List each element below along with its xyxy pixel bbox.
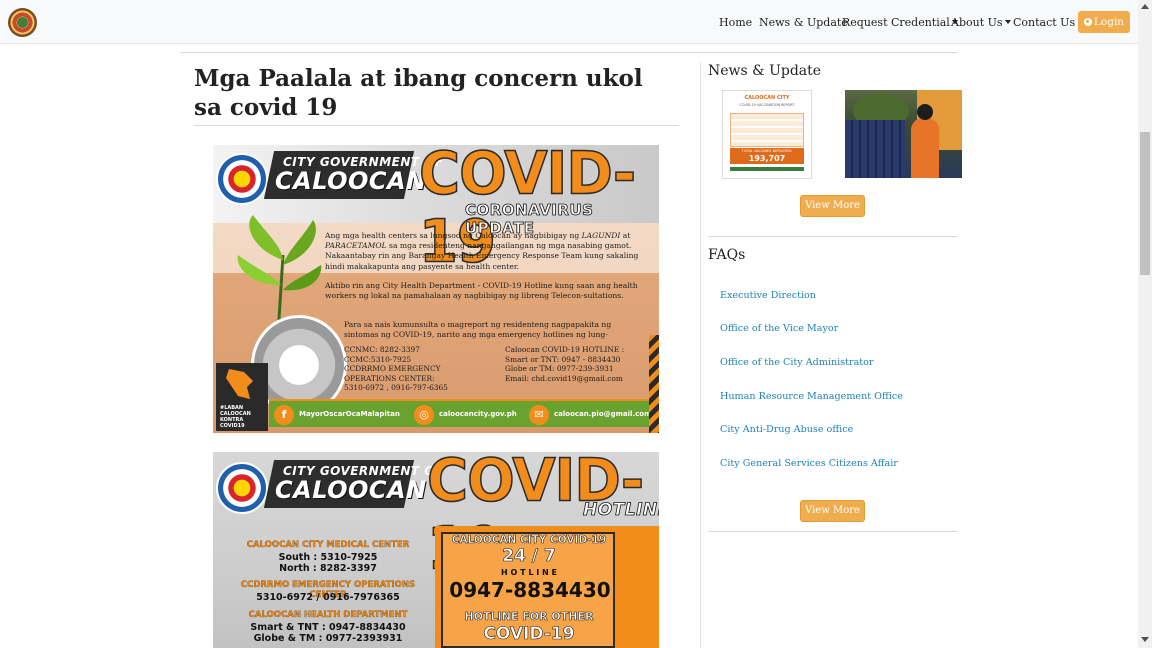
nav-contact-us[interactable]: Contact Us (1013, 16, 1075, 29)
news-update-heading: News & Update (708, 63, 822, 79)
thumb-subtitle: COVID-19 VACCINATION REPORT (739, 103, 795, 107)
covid-update-poster: CITY GOVERNMENT OF CALOOCAN COVID-19 COR… (213, 145, 659, 433)
faq-link-vice-mayor[interactable]: Office of the Vice Mayor (720, 323, 838, 334)
poster-stripe (649, 335, 659, 433)
poster-city-name: CALOOCAN (275, 167, 427, 195)
facebook-icon: f (274, 405, 294, 425)
faq-link-hrmo[interactable]: Human Resource Management Office (720, 391, 903, 402)
main-hotline-panel: CALOOCAN CITY COVID-19 24 / 7 H O T L I … (435, 526, 659, 648)
nav-about-us-label: About Us (951, 16, 1003, 29)
nav-request-credential[interactable]: Request Credential (842, 16, 958, 29)
faq-view-more-button[interactable]: View More (800, 500, 865, 522)
thumb-total-bar: TOTAL VACCINES DEPLOYED: 193,707 (730, 148, 804, 164)
poster2-city-name: CALOOCAN (275, 476, 427, 504)
main-hotline-label: H O T L I N E (501, 568, 557, 577)
nav-request-credential-label: Request Credential (842, 16, 950, 29)
top-divider (180, 52, 958, 53)
hotline-health-globe: Globe & TM : 0977-2393931 (253, 633, 403, 644)
map-shape (226, 369, 253, 399)
column-divider (700, 62, 701, 648)
news-divider (708, 236, 958, 237)
hotline-medical-south: South : 5310-7925 (278, 552, 378, 563)
main-hotline-heading: CALOOCAN CITY COVID-19 (451, 534, 607, 547)
login-button[interactable]: Login (1078, 11, 1130, 33)
thumb-total-label: TOTAL VACCINES DEPLOYED: (741, 149, 793, 153)
hotline-heading-health: CALOOCAN HEALTH DEPARTMENT (248, 610, 408, 620)
login-label: Login (1093, 16, 1125, 28)
faq-link-city-administrator[interactable]: Office of the City Administrator (720, 357, 874, 368)
scroll-down-arrow-icon[interactable] (1141, 637, 1149, 642)
poster-contacts-left: CCNMC: 8282-3397 CCMC:5310-7925 CCDRRMO … (344, 345, 448, 393)
faq-divider (708, 531, 958, 532)
email-icon: ✉ (529, 405, 549, 425)
page-scrollbar[interactable] (1138, 0, 1152, 648)
email-text: caloocan.pio@gmail.com (554, 410, 652, 418)
main-hotline-247: 24 / 7 (502, 546, 556, 567)
other-hotline-heading: HOTLINE FOR OTHER (464, 610, 594, 624)
city-seal-logo[interactable] (8, 8, 37, 37)
nav-news-update[interactable]: News & Update (759, 16, 848, 29)
hotline-health-smart: Smart & TNT : 0947-8834430 (250, 622, 406, 633)
poster-social-bar: f MayorOscarOcaMalapitan ◎ caloocancity.… (269, 399, 659, 427)
hotline-heading-medical: CALOOCAN CITY MEDICAL CENTER (246, 540, 410, 550)
chevron-down-icon (1004, 20, 1011, 24)
nav-about-us[interactable]: About Us (951, 16, 1011, 29)
globe-icon: ◎ (414, 405, 434, 425)
thumb-footer (730, 167, 804, 171)
faq-link-anti-drug[interactable]: City Anti-Drug Abuse office (720, 424, 853, 435)
city-seal-icon (216, 462, 268, 514)
photo-worker-head (917, 104, 933, 120)
poster-contacts-right: Caloocan COVID-19 HOTLINE : Smart or TNT… (505, 345, 625, 383)
news-view-more-button[interactable]: View More (800, 195, 865, 217)
page-title: Mga Paalala at ibang concern ukol sa cov… (194, 65, 643, 121)
website-text: caloocancity.gov.ph (439, 410, 517, 418)
faqs-heading: FAQs (708, 247, 746, 263)
user-icon (1083, 18, 1092, 26)
vaccination-report-thumbnail[interactable]: CALOOCAN CITY COVID-19 VACCINATION REPOR… (722, 90, 812, 179)
caloocan-map-icon: #LABAN CALOOCAN KONTRA COVID19 (216, 363, 268, 431)
hotline-ccdrrmo-number: 5310-6972 / 0916-7976365 (256, 592, 400, 603)
scroll-thumb[interactable] (1140, 132, 1150, 275)
covid-hotlines-poster: CITY GOVERNMENT OF CALOOCAN COVID-19 HOT… (213, 452, 659, 648)
photo-worker (911, 118, 939, 178)
top-navbar: Home News & Update Request Credential Ab… (0, 0, 1138, 44)
city-seal-icon (216, 153, 268, 205)
main-hotline-number: 0947-8834430 (449, 578, 611, 602)
other-hotline-covid: COVID-19 (483, 624, 575, 645)
hotline-medical-north: North : 8282-3397 (279, 563, 377, 574)
facebook-handle: MayorOscarOcaMalapitan (299, 410, 400, 418)
map-label: #LABAN CALOOCAN KONTRA COVID19 (220, 405, 251, 429)
thumb-title: CALOOCAN CITY (744, 95, 790, 101)
scroll-up-arrow-icon[interactable] (1141, 4, 1149, 9)
poster2-subhead: HOTLINES (583, 500, 659, 521)
poster-paragraph-3: Para sa nais kumunsulta o magreport ng r… (344, 320, 612, 340)
title-divider (194, 125, 679, 126)
poster-paragraph-2: Aktibo rin ang City Health Department - … (325, 281, 638, 301)
faq-link-general-services[interactable]: City General Services Citizens Affair (720, 458, 898, 469)
news-photo-thumbnail[interactable] (845, 90, 962, 178)
photo-fence (845, 120, 905, 178)
poster-paragraph-1: Ang mga health centers sa lungsod ng Cal… (325, 231, 639, 271)
faq-link-executive-direction[interactable]: Executive Direction (720, 290, 816, 301)
nav-home[interactable]: Home (719, 16, 752, 29)
thumb-table (730, 113, 804, 147)
thumb-total-number: 193,707 (748, 154, 786, 163)
